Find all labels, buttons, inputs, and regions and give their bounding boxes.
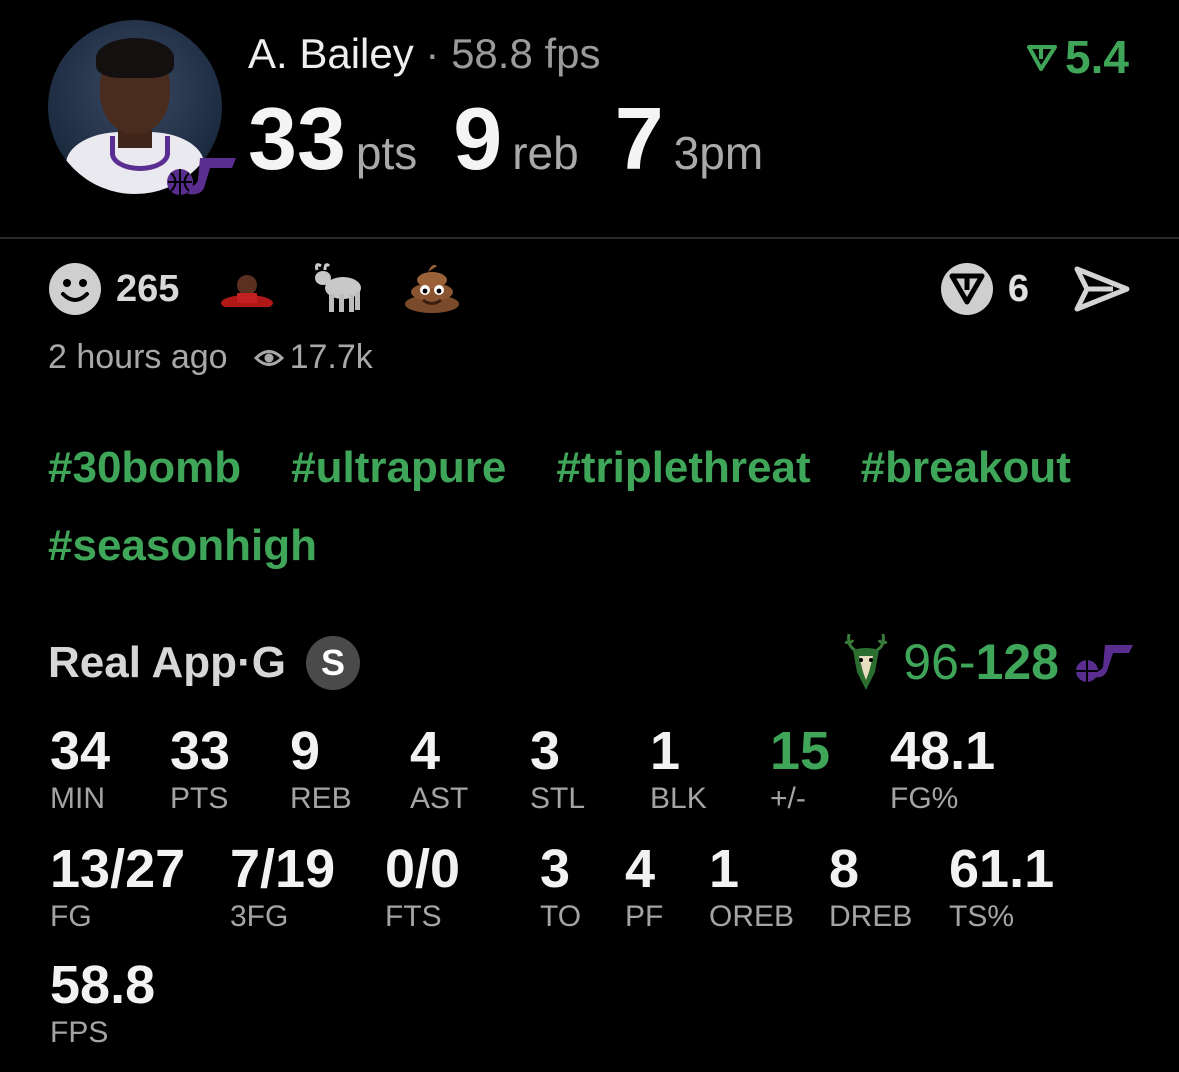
opponent-score: 96- [903, 634, 976, 690]
stat-fts: 0/0 FTS [385, 840, 460, 934]
stat-value: 13/27 [50, 839, 186, 899]
stat-label: FG% [890, 782, 959, 815]
headline-rebounds: 9 [453, 89, 503, 188]
stat-value: 8 [829, 839, 860, 899]
stat-value: 48.1 [890, 721, 996, 781]
hashtag-seasonhigh[interactable]: #seasonhigh [48, 518, 317, 574]
stat-3fg: 7/19 3FG [230, 840, 335, 934]
threes-unit: 3pm [673, 127, 764, 179]
position: G [251, 638, 286, 687]
player-name[interactable]: A. Bailey [248, 30, 414, 77]
stat-label: FG [50, 900, 92, 933]
stat-value: 15 [770, 721, 831, 781]
app-name: Real App [48, 638, 238, 687]
stat-value: 7/19 [230, 839, 336, 899]
stat-label: REB [290, 782, 352, 815]
milwaukee-bucks-logo-icon [844, 633, 888, 690]
vote-arrow-icon [1027, 45, 1058, 71]
stat-to: 3 TO [540, 840, 581, 934]
reaction-count: 265 [116, 267, 180, 310]
prediction-count: 6 [1007, 267, 1029, 310]
stat-label: BLK [650, 782, 707, 815]
starter-badge: S [305, 636, 360, 690]
prediction-icon[interactable] [940, 262, 994, 316]
separator: · [413, 30, 452, 77]
stat-min: 34 MIN [50, 722, 110, 816]
stat-value: 34 [50, 721, 111, 781]
stat-value: 3 [530, 721, 561, 781]
goat-emoji-icon[interactable] [311, 260, 367, 319]
hashtag-triplethreat[interactable]: #triplethreat [556, 440, 810, 496]
stat-oreb: 1 OREB [709, 840, 794, 934]
stat-label: +/- [770, 782, 806, 815]
stat-stl: 3 STL [530, 722, 585, 816]
score-change-value: 5.4 [1065, 31, 1129, 83]
headline-stats: 33 pts 9 reb 7 3pm [248, 88, 799, 190]
stat-value: 1 [709, 839, 740, 899]
stat-value: 4 [410, 721, 441, 781]
reaction-bar: 265 [48, 262, 497, 316]
stat-label: PTS [170, 782, 229, 815]
stat-value: 4 [625, 839, 656, 899]
stat-label: AST [410, 782, 469, 815]
poop-emoji-icon[interactable] [403, 260, 461, 319]
time-ago: 2 hours ago [48, 338, 228, 376]
avatar-hair [96, 38, 174, 78]
stat-label: FPS [50, 1016, 109, 1049]
utah-jazz-logo-icon [167, 158, 236, 195]
eye-icon [253, 349, 284, 366]
stat-value: 3 [540, 839, 571, 899]
stat-label: FTS [385, 900, 442, 933]
stat-label: PF [625, 900, 664, 933]
game-source-row: Real App · G S [48, 636, 360, 690]
stat-pts: 33 PTS [170, 722, 230, 816]
stat-label: MIN [50, 782, 105, 815]
stat-value: 33 [170, 721, 231, 781]
headline-points: 33 [248, 89, 346, 188]
hashtag-list: #30bomb #ultrapure #triplethreat #breako… [48, 440, 1128, 574]
stat-blk: 1 BLK [650, 722, 707, 816]
stat-ts-pct: 61.1 TS% [949, 840, 1054, 934]
stat-fg-pct: 48.1 FG% [890, 722, 995, 816]
score-change[interactable]: 5.4 [1027, 30, 1129, 84]
post-actions: 6 [940, 262, 1131, 316]
stat-value: 9 [290, 721, 321, 781]
share-send-icon[interactable] [1073, 265, 1131, 313]
stat-label: STL [530, 782, 586, 815]
stat-fg: 13/27 FG [50, 840, 185, 934]
player-emoji-icon[interactable] [219, 267, 275, 312]
hashtag-ultrapure[interactable]: #ultrapure [291, 440, 506, 496]
stat-pf: 4 PF [625, 840, 663, 934]
post-meta: 2 hours ago 17.7k [48, 338, 373, 377]
smiley-reaction-icon[interactable] [48, 262, 102, 316]
utah-jazz-small-logo-icon [1076, 645, 1133, 682]
stat-label: TO [540, 900, 582, 933]
stat-label: 3FG [230, 900, 289, 933]
stat-label: TS% [949, 900, 1015, 933]
stat-ast: 4 AST [410, 722, 468, 816]
views: 17.7k [253, 338, 373, 377]
player-line: A. Bailey · 58.8 fps [248, 30, 601, 78]
stat-label: OREB [709, 900, 795, 933]
separator: · [237, 638, 252, 687]
headline-threes: 7 [614, 89, 664, 188]
stat-value: 0/0 [385, 839, 461, 899]
stat-plus-minus: 15 +/- [770, 722, 830, 816]
game-final-score[interactable]: 96-128 [843, 632, 1133, 692]
view-count: 17.7k [289, 338, 373, 376]
stat-label: DREB [829, 900, 913, 933]
team-score: 128 [975, 634, 1059, 690]
stat-value: 61.1 [949, 839, 1055, 899]
stat-reb: 9 REB [290, 722, 352, 816]
hashtag-breakout[interactable]: #breakout [861, 440, 1071, 496]
hashtag-30bomb[interactable]: #30bomb [48, 440, 241, 496]
stat-value: 58.8 [50, 955, 156, 1015]
fps-value: 58.8 fps [451, 30, 601, 77]
points-unit: pts [355, 127, 418, 179]
rebounds-unit: reb [512, 127, 579, 179]
divider [0, 237, 1179, 239]
stat-value: 1 [650, 721, 681, 781]
stat-fps: 58.8 FPS [50, 956, 155, 1050]
stat-dreb: 8 DREB [829, 840, 912, 934]
